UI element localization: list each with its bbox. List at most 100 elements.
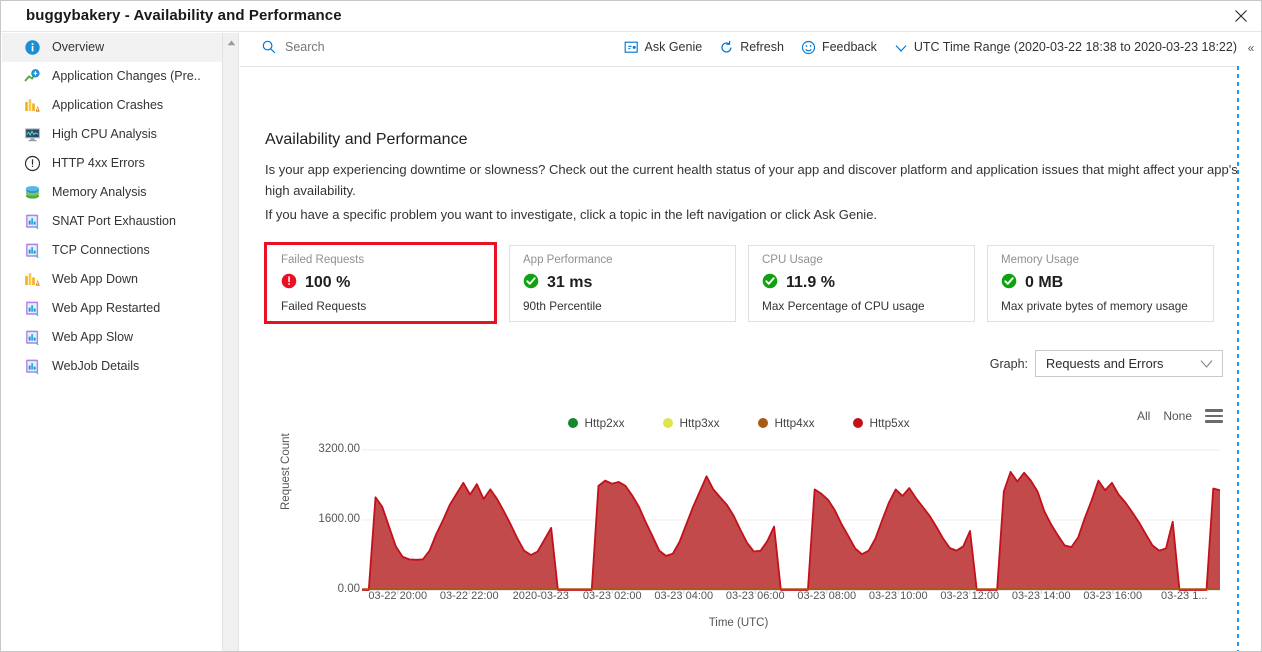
intro-paragraph-2: If you have a specific problem you want …	[265, 204, 1237, 225]
hamburger-menu-icon[interactable]	[1205, 409, 1223, 423]
sidebar-item-web-app-down[interactable]: Web App Down	[2, 265, 222, 294]
legend-item-http5xx[interactable]: Http5xx	[853, 416, 910, 430]
graph-picker-label: Graph:	[990, 357, 1028, 371]
legend-none-button[interactable]: None	[1163, 409, 1192, 423]
graph-picker: Graph: Requests and Errors	[990, 350, 1223, 377]
sidebar-item-overview[interactable]: Overview	[2, 33, 222, 62]
sidebar-item-application-changes-pre[interactable]: Application Changes (Pre..	[2, 62, 222, 91]
chart-x-tick: 03-23 06:00	[726, 590, 785, 602]
metric-card-value-row: 11.9 %	[762, 273, 974, 294]
chart-x-tick: 03-23 04:00	[654, 590, 713, 602]
close-icon[interactable]	[1223, 1, 1259, 31]
toolbar-actions: Ask Genie Refresh Fe	[607, 40, 1237, 55]
time-range-button[interactable]: UTC Time Range (2020-03-22 18:38 to 2020…	[894, 41, 1237, 55]
chart-x-tick: 03-23 08:00	[797, 590, 856, 602]
metric-card-memory-usage[interactable]: Memory Usage 0 MB Max private bytes of m…	[987, 245, 1214, 322]
check-circle-icon	[1001, 273, 1017, 294]
refresh-button[interactable]: Refresh	[719, 40, 784, 55]
chart-x-ticks: 03-22 20:0003-22 22:002020-03-2303-23 02…	[362, 590, 1220, 614]
scroll-up-arrow-icon[interactable]	[223, 36, 239, 50]
sidebar-item-label: Web App Restarted	[52, 302, 160, 316]
genie-icon	[624, 40, 639, 55]
info-circle-icon	[24, 39, 41, 56]
legend-item-http2xx[interactable]: Http2xx	[568, 416, 625, 430]
metric-card-value-row: 0 MB	[1001, 273, 1213, 294]
bar-chart-warning-icon	[24, 271, 41, 288]
metric-card-subtitle: 90th Percentile	[523, 301, 735, 313]
search-input[interactable]: Search	[262, 40, 325, 54]
sidebar-item-label: WebJob Details	[52, 360, 139, 374]
smiley-icon	[801, 40, 816, 55]
metric-card-failed-requests[interactable]: Failed Requests 100 % Failed Requests	[264, 242, 497, 324]
page-title: Availability and Performance	[265, 131, 467, 149]
chevron-down-icon	[894, 41, 908, 55]
sidebar-item-web-app-restarted[interactable]: Web App Restarted	[2, 294, 222, 323]
bar-chart-warning-icon	[24, 97, 41, 114]
main-pane: Search Ask Genie Refresh	[240, 33, 1262, 652]
legend-item-http3xx[interactable]: Http3xx	[663, 416, 720, 430]
legend-all-button[interactable]: All	[1137, 409, 1150, 423]
metric-card-subtitle: Failed Requests	[281, 301, 494, 313]
time-range-label: UTC Time Range (2020-03-22 18:38 to 2020…	[914, 41, 1237, 55]
chart-x-tick: 03-23 1...	[1161, 590, 1207, 602]
memory-stack-icon	[24, 184, 41, 201]
sidebar-item-webjob-details[interactable]: WebJob Details	[2, 352, 222, 381]
collapse-glyph: «	[1248, 41, 1255, 55]
chart-x-tick: 03-23 02:00	[583, 590, 642, 602]
metric-card-value: 100 %	[305, 275, 350, 291]
legend-label: Http5xx	[870, 416, 910, 430]
check-circle-icon	[523, 273, 539, 294]
feedback-button[interactable]: Feedback	[801, 40, 877, 55]
sidebar-item-memory-analysis[interactable]: Memory Analysis	[2, 178, 222, 207]
metric-card-title: Failed Requests	[281, 255, 494, 267]
metric-card-value-row: 100 %	[281, 273, 494, 294]
chart: Request Count 0.001600.003200.00 03-22 2…	[240, 436, 1237, 652]
sidebar-item-label: Application Changes (Pre..	[52, 70, 201, 84]
intro-paragraph-1: Is your app experiencing downtime or slo…	[265, 159, 1237, 201]
ask-genie-label: Ask Genie	[645, 41, 703, 55]
sidebar-item-label: HTTP 4xx Errors	[52, 157, 145, 171]
sidebar-item-web-app-slow[interactable]: Web App Slow	[2, 323, 222, 352]
chart-x-tick: 03-23 10:00	[869, 590, 928, 602]
refresh-icon	[719, 40, 734, 55]
legend-controls: All None	[1124, 409, 1223, 423]
chart-x-tick: 03-22 22:00	[440, 590, 499, 602]
legend-color-swatch	[568, 418, 578, 428]
chart-x-tick: 03-23 16:00	[1083, 590, 1142, 602]
search-icon	[262, 40, 276, 54]
sidebar: Overview Application Changes (Pre.. Applic…	[2, 33, 223, 652]
chart-x-axis-label: Time (UTC)	[240, 617, 1237, 629]
clipboard-chart-icon	[24, 242, 41, 259]
metric-card-app-performance[interactable]: App Performance 31 ms 90th Percentile	[509, 245, 736, 322]
sidebar-item-application-crashes[interactable]: Application Crashes	[2, 91, 222, 120]
sidebar-item-http-4xx-errors[interactable]: HTTP 4xx Errors	[2, 149, 222, 178]
chart-legend: Http2xx Http3xx Http4xx Http5xx	[240, 416, 1237, 430]
ask-genie-button[interactable]: Ask Genie	[624, 40, 703, 55]
chevron-down-icon	[1200, 359, 1213, 369]
metric-card-cpu-usage[interactable]: CPU Usage 11.9 % Max Percentage of CPU u…	[748, 245, 975, 322]
clipboard-chart-icon	[24, 300, 41, 317]
legend-color-swatch	[663, 418, 673, 428]
metric-card-value: 11.9 %	[786, 275, 835, 291]
metric-card-value-row: 31 ms	[523, 273, 735, 294]
metric-cards: Failed Requests 100 % Failed RequestsApp…	[264, 245, 1226, 324]
metric-card-subtitle: Max Percentage of CPU usage	[762, 301, 974, 313]
metric-card-value: 0 MB	[1025, 275, 1063, 291]
sidebar-nav: Overview Application Changes (Pre.. Applic…	[2, 33, 222, 381]
collapse-left-icon[interactable]: «	[1242, 37, 1260, 59]
sidebar-scrollbar[interactable]	[223, 33, 239, 652]
check-circle-icon	[762, 273, 778, 294]
sidebar-item-tcp-connections[interactable]: TCP Connections	[2, 236, 222, 265]
chart-plot-area	[240, 436, 1237, 616]
legend-item-http4xx[interactable]: Http4xx	[758, 416, 815, 430]
sidebar-item-snat-port-exhaustion[interactable]: SNAT Port Exhaustion	[2, 207, 222, 236]
sidebar-item-label: TCP Connections	[52, 244, 150, 258]
title-bar: buggybakery - Availability and Performan…	[1, 1, 1262, 32]
graph-select[interactable]: Requests and Errors	[1035, 350, 1223, 377]
sidebar-item-high-cpu-analysis[interactable]: High CPU Analysis	[2, 120, 222, 149]
toolbar: Search Ask Genie Refresh	[240, 33, 1239, 67]
legend-color-swatch	[853, 418, 863, 428]
feedback-label: Feedback	[822, 41, 877, 55]
sidebar-item-label: High CPU Analysis	[52, 128, 157, 142]
metric-card-subtitle: Max private bytes of memory usage	[1001, 301, 1213, 313]
